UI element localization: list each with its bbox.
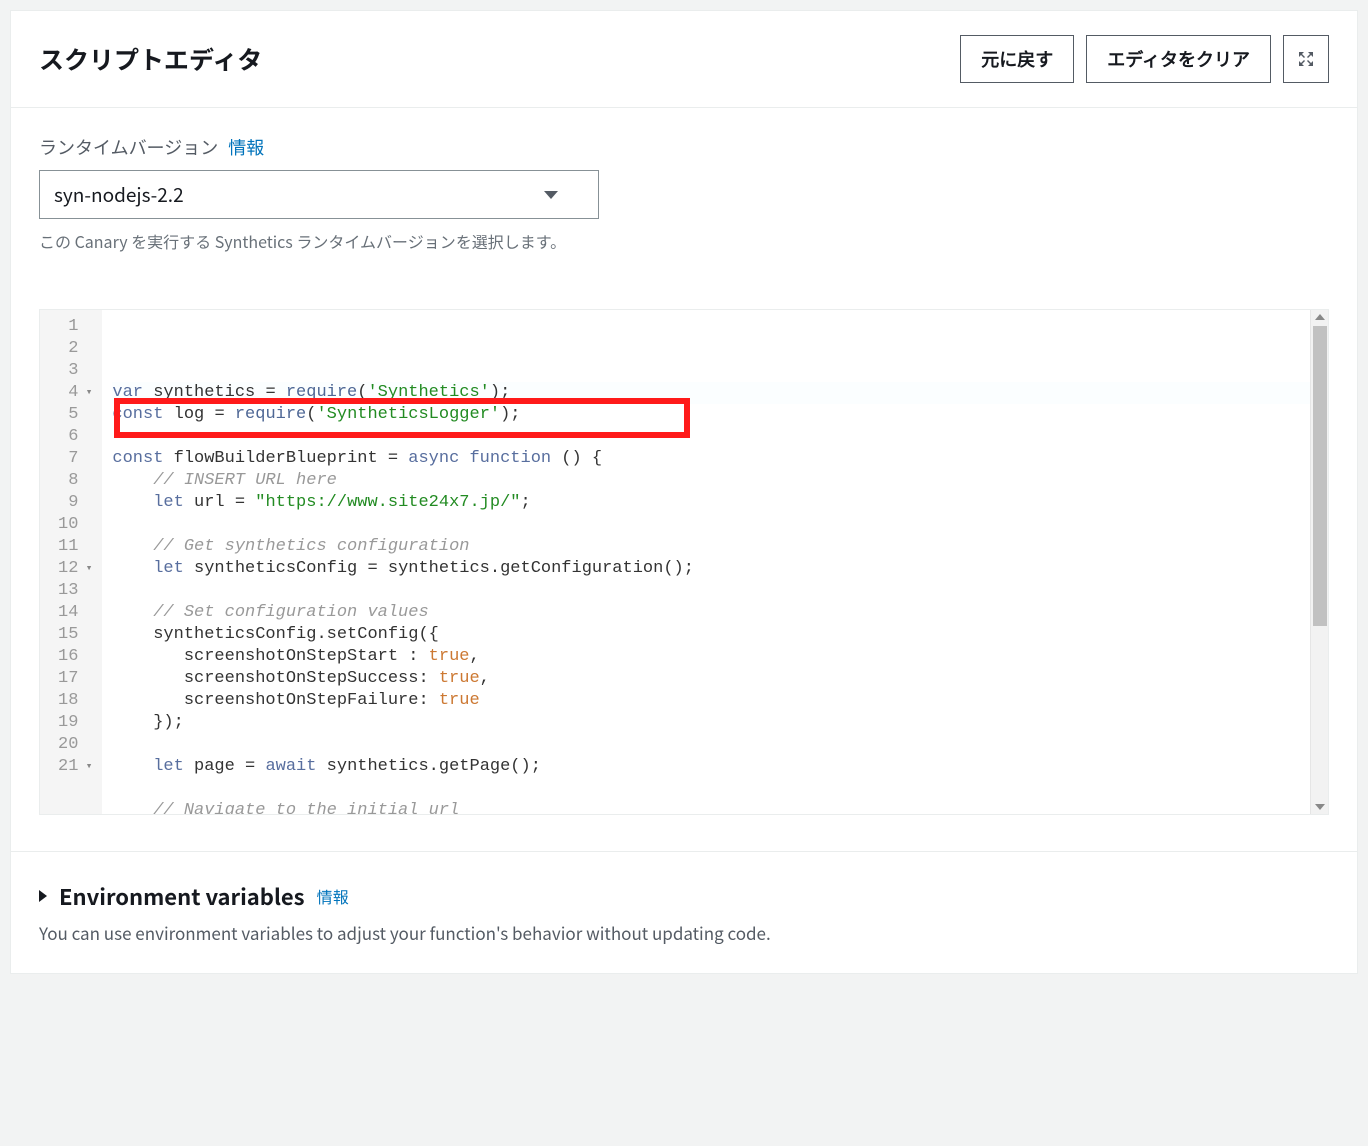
header-actions: 元に戻す エディタをクリア	[960, 35, 1329, 83]
fullscreen-button[interactable]	[1283, 35, 1329, 83]
env-title: Environment variables	[59, 880, 305, 912]
code-gutter: 1234▾56789101112▾131415161718192021▾	[40, 310, 102, 814]
runtime-info-link[interactable]: 情報	[228, 134, 264, 160]
env-info-link[interactable]: 情報	[317, 884, 349, 908]
panel-title: スクリプトエディタ	[39, 41, 262, 77]
panel-body: ランタイムバージョン 情報 syn-nodejs-2.2 この Canary を…	[11, 108, 1357, 973]
runtime-select-wrap: syn-nodejs-2.2	[39, 170, 599, 219]
chevron-down-icon	[544, 191, 558, 199]
env-heading[interactable]: Environment variables 情報	[39, 880, 1329, 912]
scroll-down-icon[interactable]	[1315, 804, 1325, 810]
clear-editor-button[interactable]: エディタをクリア	[1086, 35, 1271, 83]
panel-header: スクリプトエディタ 元に戻す エディタをクリア	[11, 11, 1357, 108]
script-editor-panel: スクリプトエディタ 元に戻す エディタをクリア ランタイムバージョン 情報 sy…	[10, 10, 1358, 974]
runtime-help-text: この Canary を実行する Synthetics ランタイムバージョンを選択…	[39, 229, 599, 253]
url-highlight-box	[114, 398, 690, 438]
undo-button[interactable]: 元に戻す	[960, 35, 1074, 83]
scroll-up-icon[interactable]	[1315, 314, 1325, 320]
code-area[interactable]: var synthetics = require('Synthetics');c…	[102, 310, 1328, 814]
code-editor[interactable]: 1234▾56789101112▾131415161718192021▾ var…	[39, 309, 1329, 815]
runtime-version-label: ランタイムバージョン 情報	[39, 134, 1329, 160]
runtime-label-text: ランタイムバージョン	[39, 134, 218, 160]
expand-icon	[1298, 51, 1314, 67]
disclosure-right-icon	[39, 890, 47, 902]
runtime-version-select[interactable]: syn-nodejs-2.2	[39, 170, 599, 219]
runtime-selected-value: syn-nodejs-2.2	[54, 181, 184, 208]
code-scrollbar[interactable]	[1310, 310, 1328, 814]
env-description: You can use environment variables to adj…	[39, 920, 1329, 945]
scroll-thumb[interactable]	[1313, 326, 1327, 626]
env-variables-section: Environment variables 情報 You can use env…	[11, 851, 1357, 973]
